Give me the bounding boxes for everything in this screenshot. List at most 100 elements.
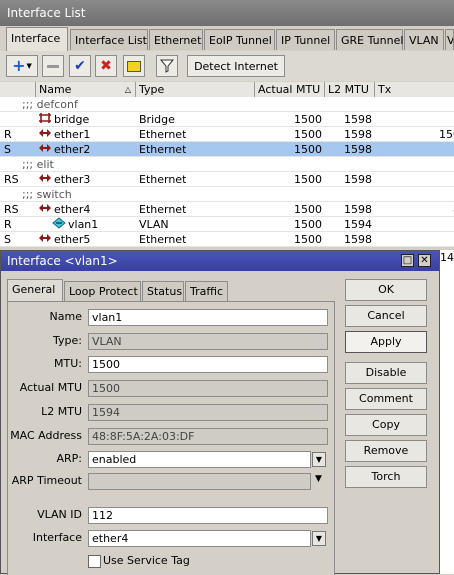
column-actual-mtu[interactable]: Actual MTU bbox=[255, 82, 325, 97]
sort-arrow-icon: △ bbox=[124, 85, 131, 94]
dialog-title: Interface <vlan1> bbox=[1, 251, 439, 271]
filter-button[interactable] bbox=[156, 55, 178, 77]
table-row[interactable]: R ether1 Ethernet 1500 1598 150 bbox=[0, 127, 454, 142]
interface-label: Interface bbox=[32, 531, 82, 544]
tab-eoip-tunnel[interactable]: EoIP Tunnel bbox=[204, 29, 275, 50]
tab-general[interactable]: General bbox=[7, 279, 63, 301]
column-name[interactable]: Name △ bbox=[36, 82, 136, 97]
table-row-comment[interactable]: ;;; switch bbox=[0, 187, 454, 202]
arp-timeout-expand-icon[interactable]: ▼ bbox=[315, 474, 322, 484]
mac-address-value: 48:8F:5A:2A:03:DF bbox=[88, 428, 328, 445]
arp-select[interactable]: enabled bbox=[88, 451, 311, 468]
ok-button[interactable]: OK bbox=[345, 279, 427, 301]
use-service-tag-checkbox[interactable] bbox=[88, 555, 101, 568]
arp-timeout-value[interactable] bbox=[88, 473, 311, 490]
row-tx bbox=[375, 142, 454, 157]
tab-vlan[interactable]: VLAN bbox=[404, 29, 444, 50]
dropdown-arrow-icon: ▼ bbox=[26, 62, 32, 70]
table-row[interactable]: RS ether4 Ethernet 1500 1598 8 bbox=[0, 202, 454, 217]
add-button[interactable]: + ▼ bbox=[6, 55, 38, 77]
enable-button[interactable]: ✔ bbox=[69, 55, 91, 77]
apply-button[interactable]: Apply bbox=[345, 331, 427, 353]
general-panel: Name vlan1 Type: VLAN MTU: 1500 Actual M… bbox=[7, 301, 335, 575]
tab-interface-list[interactable]: Interface List bbox=[70, 29, 148, 50]
disable-button[interactable]: ✖ bbox=[95, 55, 117, 77]
bridge-icon bbox=[38, 112, 52, 127]
note-icon bbox=[127, 60, 141, 72]
tab-traffic[interactable]: Traffic bbox=[185, 281, 228, 301]
row-comment: ;;; defconf bbox=[22, 98, 78, 111]
row-name: ether2 bbox=[54, 143, 91, 156]
row-l2-mtu: 1598 bbox=[344, 143, 372, 156]
filter-icon bbox=[160, 59, 174, 73]
copy-button[interactable]: Copy bbox=[345, 414, 427, 436]
mtu-label: MTU: bbox=[54, 357, 82, 370]
comment-button[interactable] bbox=[123, 55, 145, 77]
use-service-tag-label: Use Service Tag bbox=[103, 554, 190, 567]
remove-button[interactable]: Remove bbox=[345, 440, 427, 462]
row-tx: 150 bbox=[439, 128, 454, 141]
close-icon[interactable]: ✕ bbox=[418, 254, 431, 267]
column-flags[interactable] bbox=[0, 82, 36, 97]
check-icon: ✔ bbox=[74, 58, 86, 74]
tab-bar: Interface Interface List Ethernet EoIP T… bbox=[0, 26, 454, 52]
torch-button[interactable]: Torch bbox=[345, 466, 427, 488]
name-input[interactable]: vlan1 bbox=[88, 309, 328, 326]
interface-select[interactable]: ether4 bbox=[88, 530, 311, 547]
disable-button[interactable]: Disable bbox=[345, 362, 427, 384]
actual-mtu-value: 1500 bbox=[88, 380, 328, 397]
row-flags: R bbox=[4, 218, 12, 231]
remove-button[interactable] bbox=[42, 55, 64, 77]
tab-ethernet[interactable]: Ethernet bbox=[149, 29, 203, 50]
column-tx[interactable]: Tx bbox=[375, 82, 454, 97]
table-row-selected[interactable]: S ether2 Ethernet 1500 1598 bbox=[0, 142, 454, 157]
row-name: ether5 bbox=[54, 233, 91, 246]
table-row[interactable]: RS ether3 Ethernet 1500 1598 bbox=[0, 172, 454, 187]
row-actual-mtu: 1500 bbox=[294, 143, 322, 156]
row-flags: RS bbox=[4, 203, 19, 216]
background-table-area bbox=[440, 266, 454, 574]
tab-status[interactable]: Status bbox=[142, 281, 184, 301]
mac-address-label: MAC Address bbox=[10, 429, 82, 442]
table-row-comment[interactable]: ;;; defconf bbox=[0, 97, 454, 112]
tab-gre-tunnel[interactable]: GRE Tunnel bbox=[336, 29, 403, 50]
row-actual-mtu: 1500 bbox=[294, 233, 322, 246]
row-tx bbox=[375, 112, 454, 127]
interface-dropdown-icon[interactable]: ▼ bbox=[312, 531, 326, 546]
comment-button[interactable]: Comment bbox=[345, 388, 427, 410]
maximize-icon[interactable]: □ bbox=[401, 254, 414, 267]
l2-mtu-label: L2 MTU bbox=[41, 405, 82, 418]
table-row-comment[interactable]: ;;; elit bbox=[0, 157, 454, 172]
row-comment: ;;; elit bbox=[22, 158, 54, 171]
table-row[interactable]: S ether5 Ethernet 1500 1598 bbox=[0, 232, 454, 247]
table-row[interactable]: R vlan1 VLAN 1500 1594 bbox=[0, 217, 454, 232]
port-icon bbox=[38, 232, 52, 247]
row-type: Ethernet bbox=[139, 173, 187, 186]
actual-mtu-label: Actual MTU bbox=[19, 381, 82, 394]
tab-loop-protect[interactable]: Loop Protect bbox=[64, 281, 141, 301]
x-icon: ✖ bbox=[100, 58, 112, 74]
column-l2-mtu[interactable]: L2 MTU bbox=[325, 82, 375, 97]
row-name: bridge bbox=[54, 113, 90, 126]
window-title: Interface List bbox=[0, 0, 454, 26]
mtu-input[interactable]: 1500 bbox=[88, 356, 328, 373]
tab-ip-tunnel[interactable]: IP Tunnel bbox=[276, 29, 335, 50]
row-l2-mtu: 1598 bbox=[344, 203, 372, 216]
tab-more[interactable]: V bbox=[445, 29, 454, 50]
tab-interface[interactable]: Interface bbox=[6, 27, 68, 52]
plus-icon: + bbox=[12, 56, 26, 75]
hidden-tx-value: 14 bbox=[440, 250, 454, 266]
vlan-id-input[interactable]: 112 bbox=[88, 507, 328, 524]
row-flags: RS bbox=[4, 173, 19, 186]
row-actual-mtu: 1500 bbox=[294, 128, 322, 141]
row-name: ether1 bbox=[54, 128, 91, 141]
detect-internet-button[interactable]: Detect Internet bbox=[187, 55, 285, 77]
arp-dropdown-icon[interactable]: ▼ bbox=[312, 452, 326, 467]
row-name: ether3 bbox=[54, 173, 91, 186]
row-actual-mtu: 1500 bbox=[294, 218, 322, 231]
row-type: Ethernet bbox=[139, 233, 187, 246]
column-type[interactable]: Type bbox=[136, 82, 255, 97]
row-tx bbox=[375, 172, 454, 187]
table-row[interactable]: bridge Bridge 1500 1598 bbox=[0, 112, 454, 127]
cancel-button[interactable]: Cancel bbox=[345, 305, 427, 327]
